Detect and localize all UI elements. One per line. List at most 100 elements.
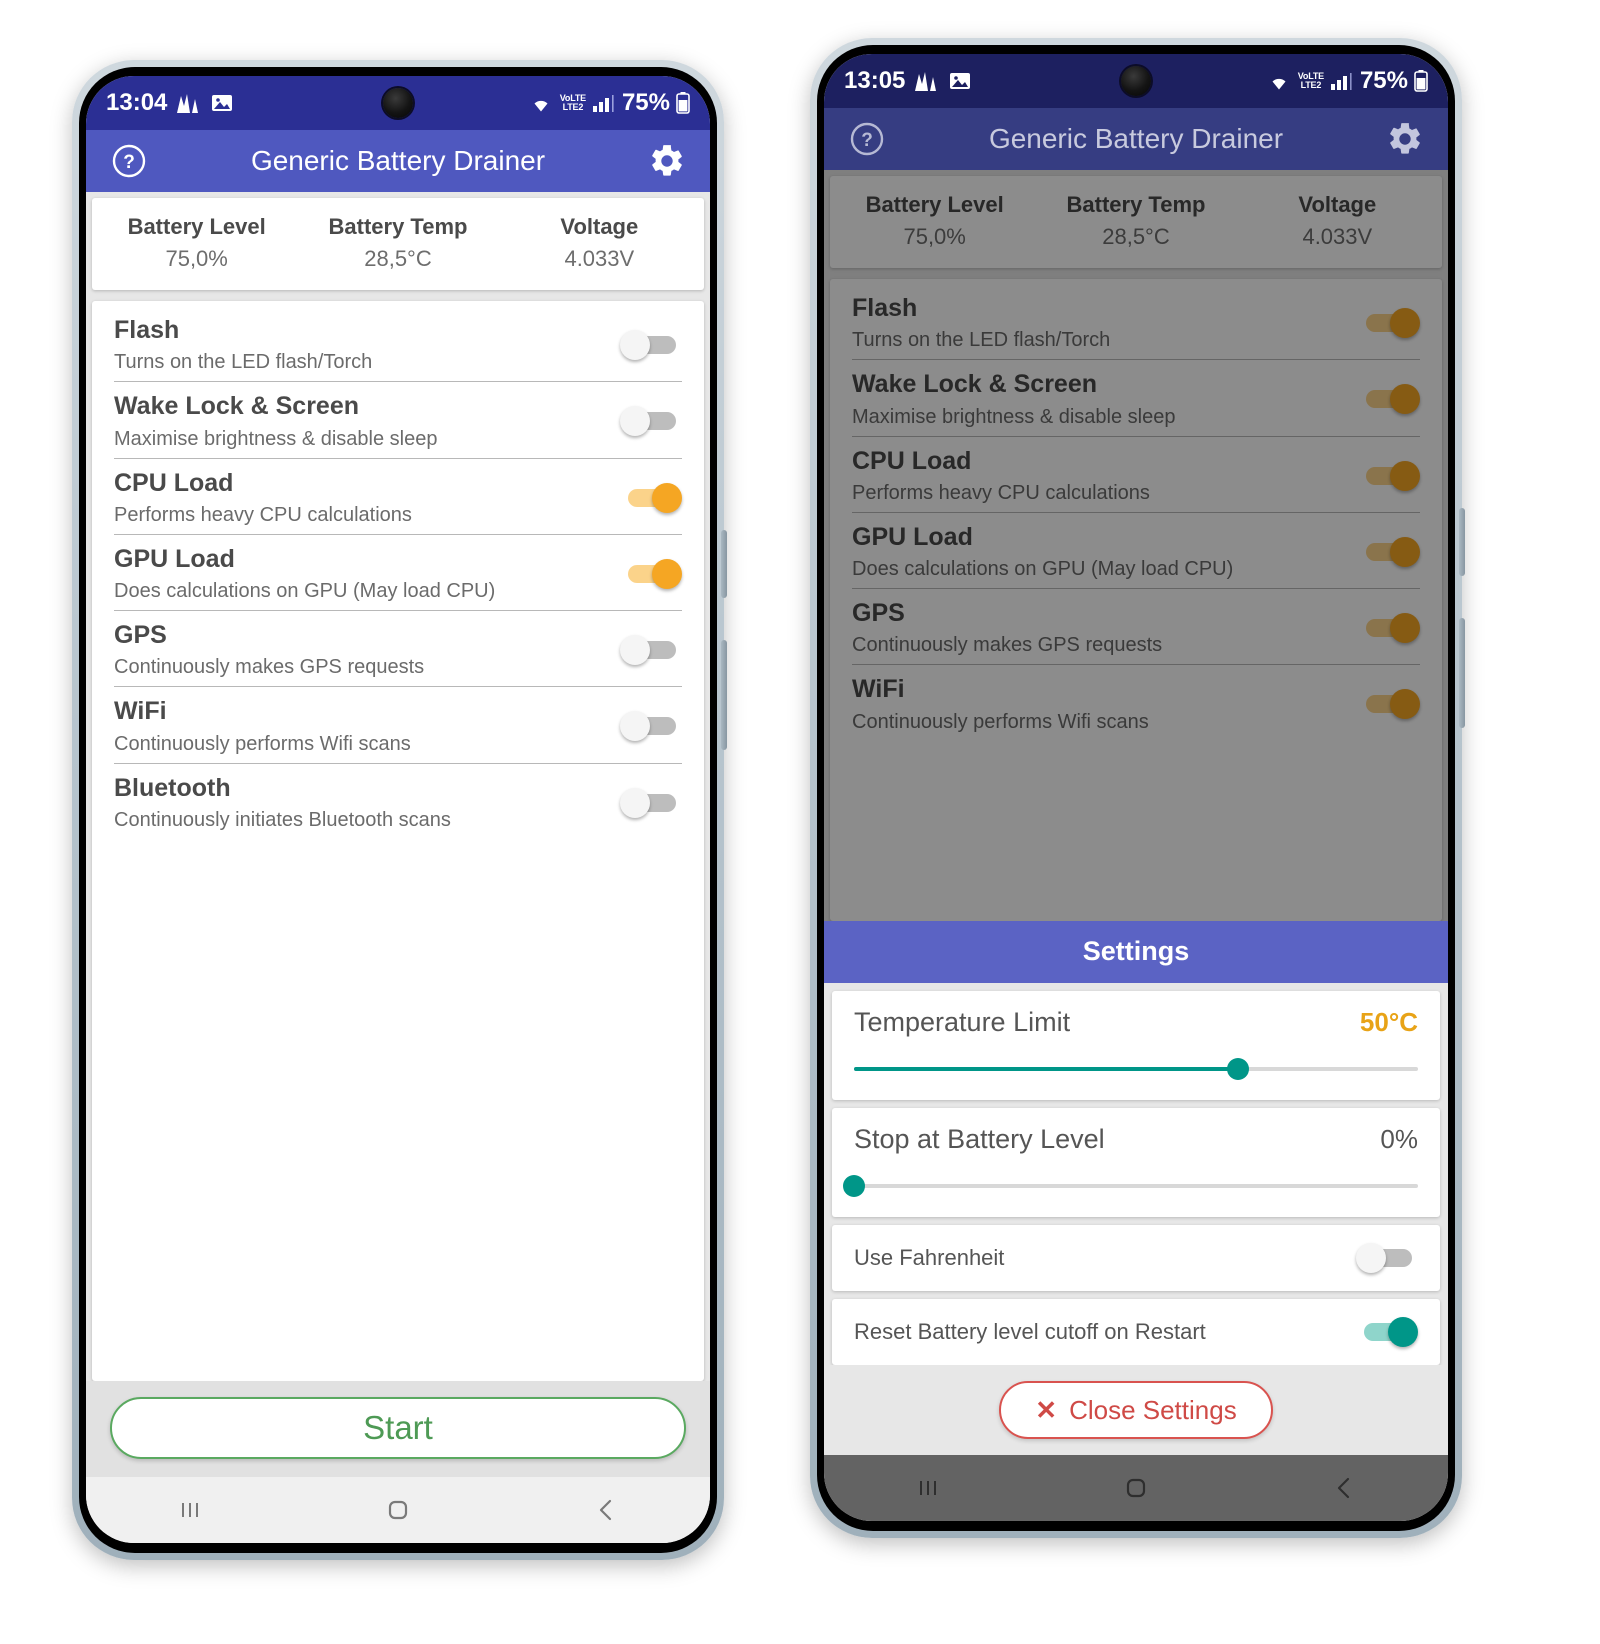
app-bar: ? Generic Battery Drainer bbox=[824, 108, 1448, 170]
power-button[interactable] bbox=[721, 530, 727, 598]
drainer-row-flash[interactable]: Flash Turns on the LED flash/Torch bbox=[92, 305, 704, 381]
toggle-flash[interactable] bbox=[620, 330, 682, 361]
android-nav-bar bbox=[824, 1455, 1448, 1521]
svg-text:?: ? bbox=[861, 130, 873, 151]
help-circle-icon[interactable]: ? bbox=[846, 118, 888, 160]
setting-use-fahrenheit[interactable]: Use Fahrenheit bbox=[832, 1225, 1440, 1291]
toggle-gps[interactable] bbox=[620, 635, 682, 666]
toggle-wifi[interactable] bbox=[1358, 689, 1420, 720]
recents-icon[interactable] bbox=[824, 1473, 1032, 1503]
toggle-gps[interactable] bbox=[1358, 613, 1420, 644]
drainer-text: Flash Turns on the LED flash/Torch bbox=[114, 316, 373, 374]
stop-at-battery-level-value: 0% bbox=[1380, 1124, 1418, 1154]
phone-left: 13:04 VoLTE LTE2 75% ? Generic Battery D… bbox=[72, 60, 727, 1560]
back-chevron-icon[interactable] bbox=[502, 1495, 710, 1525]
gear-icon[interactable] bbox=[646, 140, 688, 182]
home-icon[interactable] bbox=[294, 1493, 502, 1527]
drainer-row-cpu-load[interactable]: CPU Load Performs heavy CPU calculations bbox=[830, 435, 1442, 512]
setting-temperature-limit: Temperature Limit 50°C bbox=[832, 991, 1440, 1100]
setting-reset-cutoff[interactable]: Reset Battery level cutoff on Restart bbox=[832, 1299, 1440, 1365]
setting-head: Stop at Battery Level 0% bbox=[854, 1124, 1418, 1154]
drainer-row-wake-lock[interactable]: Wake Lock & Screen Maximise brightness &… bbox=[92, 381, 704, 457]
battery-icon bbox=[676, 92, 690, 114]
slider-rail bbox=[854, 1184, 1418, 1188]
app-body-dimmed: Battery Level 75,0% Battery Temp 28,5°C … bbox=[824, 170, 1448, 921]
close-settings-label: Close Settings bbox=[1069, 1394, 1237, 1425]
temperature-limit-value: 50°C bbox=[1359, 1007, 1418, 1037]
volume-button[interactable] bbox=[1459, 618, 1465, 728]
setting-head: Temperature Limit 50°C bbox=[854, 1007, 1418, 1037]
status-bar: 13:04 VoLTE LTE2 75% bbox=[86, 76, 710, 130]
drainer-row-cpu-load[interactable]: CPU Load Performs heavy CPU calculations bbox=[92, 457, 704, 534]
home-icon[interactable] bbox=[1032, 1471, 1240, 1505]
drainer-row-wifi[interactable]: WiFi Continuously performs Wifi scans bbox=[830, 664, 1442, 740]
image-icon bbox=[949, 71, 971, 91]
temperature-limit-slider[interactable] bbox=[854, 1056, 1418, 1082]
toggle-reset-cutoff[interactable] bbox=[1356, 1317, 1418, 1347]
toggle-gpu-load[interactable] bbox=[620, 558, 682, 589]
recents-icon[interactable] bbox=[86, 1495, 294, 1525]
start-button[interactable]: Start bbox=[110, 1397, 686, 1459]
slider-knob[interactable] bbox=[1226, 1058, 1249, 1080]
page-title: Generic Battery Drainer bbox=[988, 123, 1284, 154]
wifi-icon bbox=[1266, 71, 1292, 91]
status-time: 13:04 bbox=[106, 89, 168, 116]
toggle-wake-lock[interactable] bbox=[1358, 384, 1420, 415]
help-circle-icon[interactable]: ? bbox=[108, 140, 150, 182]
wifi-icon bbox=[528, 93, 554, 113]
drainer-row-gpu-load[interactable]: GPU Load Does calculations on GPU (May l… bbox=[830, 511, 1442, 588]
phone-right: 13:05 VoLTE LTE2 75% ? Generic Battery D… bbox=[810, 38, 1465, 1538]
drainer-row-bluetooth[interactable]: Bluetooth Continuously initiates Bluetoo… bbox=[92, 762, 704, 839]
back-chevron-icon[interactable] bbox=[1240, 1473, 1448, 1503]
toggle-cpu-load[interactable] bbox=[1358, 460, 1420, 491]
drainer-row-gpu-load[interactable]: GPU Load Does calculations on GPU (May l… bbox=[92, 533, 704, 610]
drainer-text: Flash Turns on the LED flash/Torch bbox=[852, 294, 1111, 352]
drainer-row-wifi[interactable]: WiFi Continuously performs Wifi scans bbox=[92, 686, 704, 762]
toggle-wifi[interactable] bbox=[620, 711, 682, 742]
front-camera-punchhole bbox=[383, 88, 413, 118]
toggle-bluetooth[interactable] bbox=[620, 787, 682, 818]
gear-icon[interactable] bbox=[1384, 118, 1426, 160]
drainer-row-gps[interactable]: GPS Continuously makes GPS requests bbox=[830, 588, 1442, 664]
close-x-icon: ✕ bbox=[1035, 1395, 1058, 1425]
drainer-list: Flash Turns on the LED flash/Torch Wake … bbox=[830, 279, 1442, 921]
cellular-bars-icon bbox=[1330, 71, 1354, 91]
drainer-text: Bluetooth Continuously initiates Bluetoo… bbox=[114, 773, 451, 831]
stat-battery-temp: Battery Temp 28,5°C bbox=[1066, 192, 1206, 249]
phone-screen-right: 13:05 VoLTE LTE2 75% ? Generic Battery D… bbox=[824, 54, 1448, 1521]
toggle-use-fahrenheit[interactable] bbox=[1356, 1243, 1418, 1273]
drainer-text: GPU Load Does calculations on GPU (May l… bbox=[114, 544, 496, 602]
svg-text:?: ? bbox=[123, 152, 135, 173]
app-bar: ? Generic Battery Drainer bbox=[86, 130, 710, 192]
drainer-row-wake-lock[interactable]: Wake Lock & Screen Maximise brightness &… bbox=[830, 359, 1442, 435]
status-bar-right: VoLTE LTE2 75% bbox=[1266, 67, 1428, 95]
stat-voltage: Voltage 4.033V bbox=[560, 214, 639, 271]
stop-at-battery-level-slider[interactable] bbox=[843, 1173, 1418, 1199]
status-bar: 13:05 VoLTE LTE2 75% bbox=[824, 54, 1448, 108]
power-button[interactable] bbox=[1459, 508, 1465, 576]
slider-knob[interactable] bbox=[843, 1175, 865, 1197]
drainer-text: WiFi Continuously performs Wifi scans bbox=[114, 697, 411, 755]
toggle-cpu-load[interactable] bbox=[620, 482, 682, 513]
drainer-row-flash[interactable]: Flash Turns on the LED flash/Torch bbox=[830, 283, 1442, 359]
drainer-list: Flash Turns on the LED flash/Torch Wake … bbox=[92, 301, 704, 1381]
battery-stats-card: Battery Level 75,0% Battery Temp 28,5°C … bbox=[830, 176, 1442, 268]
toggle-gpu-load[interactable] bbox=[1358, 536, 1420, 567]
drainer-row-gps[interactable]: GPS Continuously makes GPS requests bbox=[92, 610, 704, 686]
action-area: Start bbox=[86, 1381, 710, 1477]
settings-sheet: Settings Temperature Limit 50°C Stop at … bbox=[824, 921, 1448, 1455]
signal-chart-icon bbox=[176, 92, 202, 114]
volte-lte-icon: VoLTE LTE2 bbox=[559, 93, 586, 112]
phone-bezel-right: 13:05 VoLTE LTE2 75% ? Generic Battery D… bbox=[817, 45, 1455, 1531]
close-settings-button[interactable]: ✕ Close Settings bbox=[999, 1381, 1273, 1439]
settings-title: Settings bbox=[824, 921, 1448, 983]
toggle-wake-lock[interactable] bbox=[620, 406, 682, 437]
drainer-text: WiFi Continuously performs Wifi scans bbox=[852, 675, 1149, 733]
volume-button[interactable] bbox=[721, 640, 727, 750]
drainer-text: GPS Continuously makes GPS requests bbox=[114, 621, 425, 679]
toggle-flash[interactable] bbox=[1358, 308, 1420, 339]
volte-lte-icon: VoLTE LTE2 bbox=[1297, 71, 1324, 90]
status-bar-left: 13:05 bbox=[844, 67, 971, 95]
status-time: 13:05 bbox=[844, 67, 906, 94]
stat-battery-level: Battery Level 75,0% bbox=[127, 214, 266, 271]
